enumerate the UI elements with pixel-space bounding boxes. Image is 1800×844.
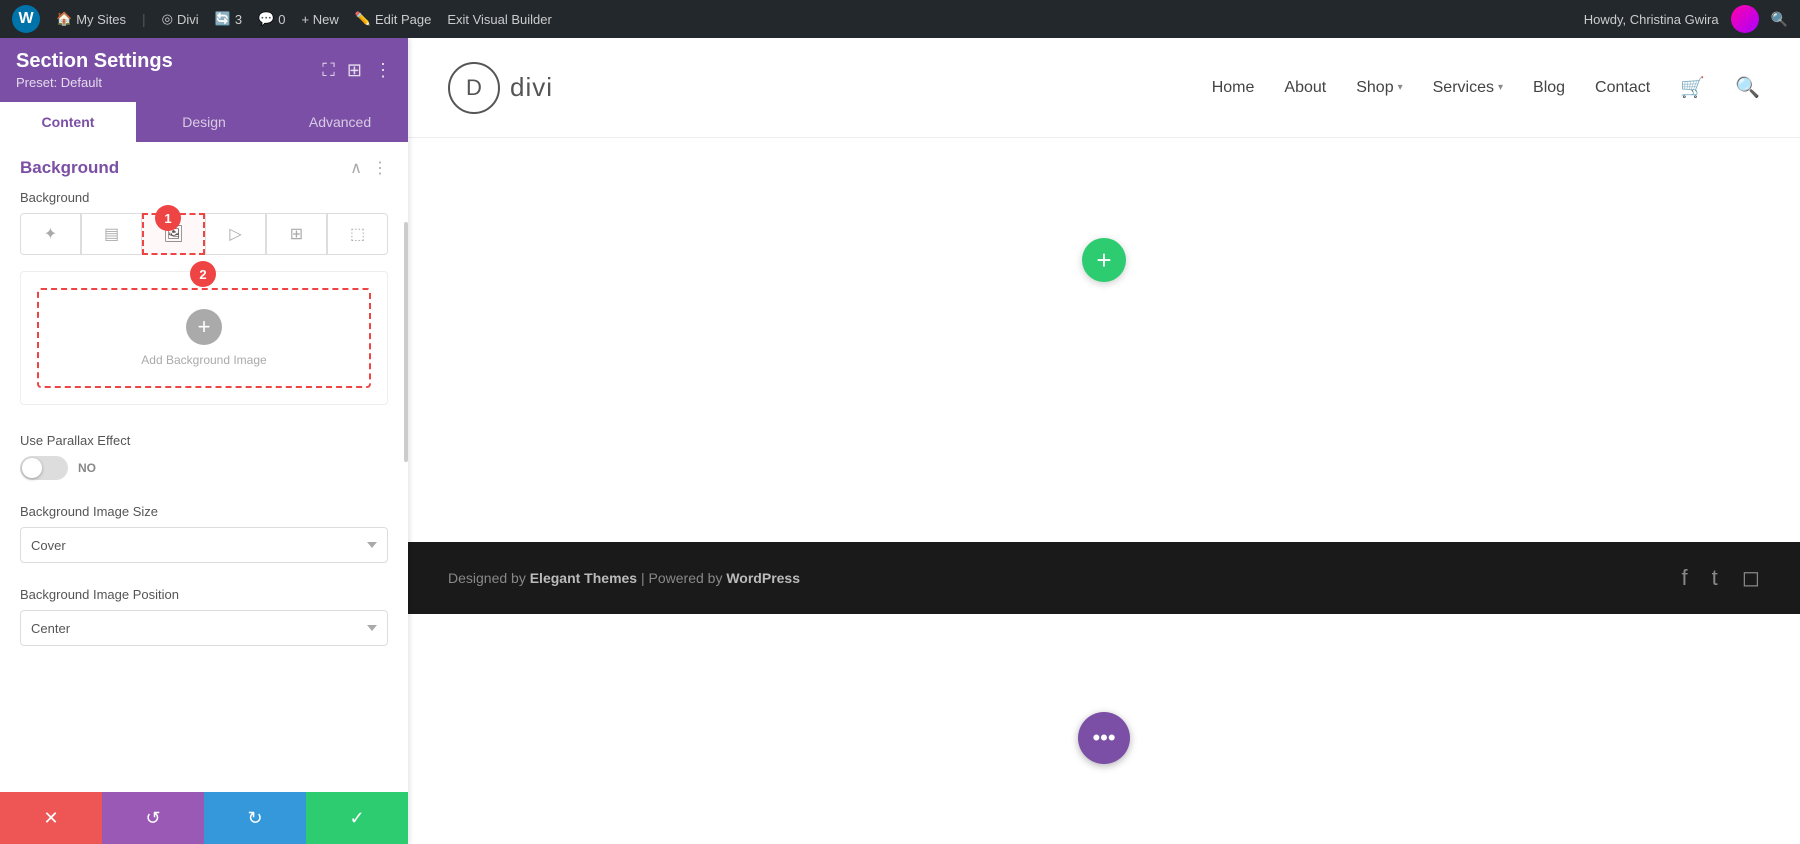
cart-icon[interactable]: 🛒	[1680, 75, 1705, 100]
parallax-value: NO	[78, 461, 96, 475]
bg-position-label: Background Image Position	[20, 587, 388, 602]
separator: |	[142, 11, 146, 27]
sidebar-header-icons: ⛶ ⊞ ⋮	[322, 60, 392, 81]
parallax-toggle-row: NO	[20, 456, 388, 480]
footer-designed-by: Designed by	[448, 570, 530, 586]
logo-circle: D	[448, 62, 500, 114]
bg-position-field: Background Image Position Center Top Lef…	[0, 575, 408, 658]
image-upload-inner: + Add Background Image	[20, 271, 388, 405]
footer-powered-by: | Powered by	[641, 570, 726, 586]
edit-page-button[interactable]: ✏️ Edit Page	[355, 11, 432, 27]
preset-label[interactable]: Preset: Default	[16, 75, 173, 90]
toggle-knob	[22, 458, 42, 478]
nav-services[interactable]: Services ▾	[1433, 79, 1503, 97]
bg-size-field: Background Image Size Cover Contain Auto	[0, 492, 408, 575]
site-logo: D divi	[448, 62, 553, 114]
badge-1: 1	[155, 205, 181, 231]
nav-about[interactable]: About	[1284, 79, 1326, 97]
background-section-icons: ∧ ⋮	[350, 158, 388, 178]
more-options-icon[interactable]: ⋮	[374, 60, 392, 81]
badge-1-container: 1	[155, 205, 181, 231]
nav-blog[interactable]: Blog	[1533, 79, 1565, 97]
wordpress-logo[interactable]: W	[12, 5, 40, 33]
section-more-icon[interactable]: ⋮	[372, 158, 388, 178]
nav-shop[interactable]: Shop ▾	[1356, 79, 1402, 97]
add-section-icon: +	[1096, 245, 1111, 276]
parallax-field: Use Parallax Effect NO	[0, 421, 408, 492]
site-nav: Home About Shop ▾ Services ▾ Blog Contac…	[1212, 75, 1760, 100]
footer-social: f t ◻	[1681, 565, 1760, 591]
purple-btn-icon: •••	[1092, 725, 1115, 751]
exit-builder-button[interactable]: Exit Visual Builder	[447, 12, 552, 27]
sidebar-scrollbar	[404, 222, 408, 462]
bg-type-video[interactable]: ▷	[205, 213, 266, 255]
bg-type-gradient[interactable]: ▤	[81, 213, 142, 255]
bg-size-select[interactable]: Cover Contain Auto	[20, 527, 388, 563]
tab-content[interactable]: Content	[0, 102, 136, 142]
undo-button[interactable]: ↺	[102, 792, 204, 844]
cancel-button[interactable]: ✕	[0, 792, 102, 844]
divi-link[interactable]: ◎ Divi	[162, 11, 199, 27]
admin-search-icon[interactable]: 🔍	[1771, 11, 1788, 28]
logo-name: divi	[510, 72, 553, 103]
search-icon[interactable]: 🔍	[1735, 75, 1760, 100]
badge-2: 2	[190, 261, 216, 287]
purple-action-button[interactable]: •••	[1078, 712, 1130, 764]
site-footer: Designed by Elegant Themes | Powered by …	[408, 542, 1800, 614]
bottom-action-bar: ✕ ↺ ↻ ✓	[0, 792, 408, 844]
main-layout: Section Settings Preset: Default ⛶ ⊞ ⋮ C…	[0, 38, 1800, 844]
page-main: + Designed by Elegant Themes | Powered b…	[408, 138, 1800, 844]
site-header: D divi Home About Shop ▾ Services ▾ Blog…	[408, 38, 1800, 138]
new-button[interactable]: + New	[302, 12, 339, 27]
background-label: Background	[0, 190, 408, 213]
add-image-label: Add Background Image	[141, 353, 266, 367]
image-upload-container: 2 + Add Background Image	[20, 271, 388, 405]
user-avatar[interactable]	[1731, 5, 1759, 33]
sidebar-title: Section Settings	[16, 50, 173, 73]
twitter-icon[interactable]: t	[1712, 565, 1718, 591]
wp-admin-bar: W 🏠 My Sites | ◎ Divi 🔄 3 💬 0 + New ✏️ E…	[0, 0, 1800, 38]
nav-contact[interactable]: Contact	[1595, 79, 1650, 97]
sidebar-content: Background ∧ ⋮ Background 1 ✦ ▤ 🖼 ▷	[0, 142, 408, 792]
page-content: D divi Home About Shop ▾ Services ▾ Blog…	[408, 38, 1800, 844]
add-background-image-button[interactable]: + Add Background Image	[37, 288, 371, 388]
collapse-icon[interactable]: ∧	[350, 158, 362, 178]
bg-type-pattern[interactable]: ⊞	[266, 213, 327, 255]
bg-position-select[interactable]: Center Top Left Top Right Bottom Left Bo…	[20, 610, 388, 646]
parallax-label: Use Parallax Effect	[20, 433, 388, 448]
badge-2-container: 2	[190, 261, 216, 287]
save-button[interactable]: ✓	[306, 792, 408, 844]
tab-advanced[interactable]: Advanced	[272, 102, 408, 142]
comments-counter[interactable]: 💬 0	[258, 11, 285, 27]
columns-icon[interactable]: ⊞	[347, 60, 362, 81]
bg-size-label: Background Image Size	[20, 504, 388, 519]
my-sites-link[interactable]: 🏠 My Sites	[56, 11, 126, 27]
add-image-plus-icon: +	[186, 309, 222, 345]
sidebar-title-area: Section Settings Preset: Default	[16, 50, 173, 90]
background-section-header: Background ∧ ⋮	[0, 142, 408, 190]
howdy-text: Howdy, Christina Gwira	[1584, 12, 1719, 27]
parallax-toggle[interactable]	[20, 456, 68, 480]
redo-button[interactable]: ↻	[204, 792, 306, 844]
nav-home[interactable]: Home	[1212, 79, 1255, 97]
bg-type-none[interactable]: ✦	[20, 213, 81, 255]
updates-counter[interactable]: 🔄 3	[215, 11, 242, 27]
logo-letter: D	[466, 75, 482, 101]
background-section-title: Background	[20, 158, 119, 178]
section-settings-panel: Section Settings Preset: Default ⛶ ⊞ ⋮ C…	[0, 38, 408, 844]
tab-design[interactable]: Design	[136, 102, 272, 142]
sidebar-header: Section Settings Preset: Default ⛶ ⊞ ⋮	[0, 38, 408, 102]
add-section-button[interactable]: +	[1082, 238, 1126, 282]
bg-type-row: ✦ ▤ 🖼 ▷ ⊞ ⬚	[20, 213, 388, 255]
footer-text: Designed by Elegant Themes | Powered by …	[448, 570, 1681, 586]
footer-elegant-themes: Elegant Themes	[530, 570, 637, 586]
admin-right: Howdy, Christina Gwira 🔍	[1584, 5, 1788, 33]
bg-type-mask[interactable]: ⬚	[327, 213, 388, 255]
instagram-icon[interactable]: ◻	[1742, 565, 1760, 591]
fullscreen-icon[interactable]: ⛶	[322, 60, 335, 81]
facebook-icon[interactable]: f	[1681, 565, 1687, 591]
footer-wordpress: WordPress	[726, 570, 800, 586]
settings-tabs: Content Design Advanced	[0, 102, 408, 142]
